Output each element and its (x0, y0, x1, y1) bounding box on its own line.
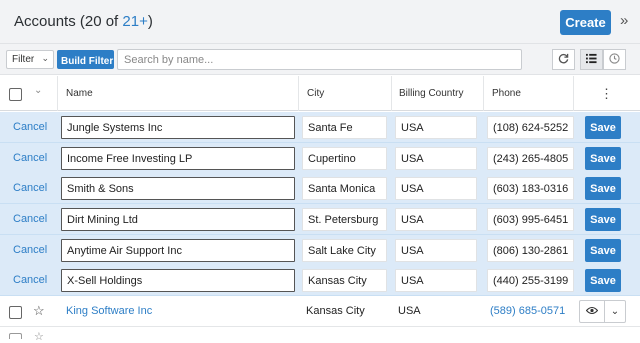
city-field[interactable] (302, 116, 387, 139)
eye-icon (585, 306, 599, 315)
view-button[interactable] (579, 300, 605, 323)
cancel-button[interactable]: Cancel (13, 213, 47, 225)
save-button[interactable]: Save (585, 269, 621, 292)
save-button[interactable]: Save (585, 208, 621, 231)
phone-field[interactable] (487, 239, 574, 262)
phone-field[interactable] (487, 147, 574, 170)
list-view-button[interactable] (580, 49, 603, 70)
city-field[interactable] (302, 147, 387, 170)
name-field[interactable] (61, 147, 295, 170)
total-count-link[interactable]: 21+ (122, 13, 147, 30)
kebab-icon[interactable]: ⋮ (600, 86, 613, 102)
city-field[interactable] (302, 269, 387, 292)
chevron-down-icon: ⌄ (41, 53, 49, 63)
account-name-link[interactable]: King Software Inc (66, 305, 152, 317)
table-header: ⌄ Name City Billing Country Phone ⋮ (0, 76, 640, 111)
row-actions-dropdown[interactable]: ⌄ (604, 300, 626, 323)
save-button[interactable]: Save (585, 147, 621, 170)
column-header-name[interactable]: Name (57, 76, 298, 111)
name-field[interactable] (61, 177, 295, 200)
phone-field[interactable] (487, 116, 574, 139)
filter-bar: Filter ⌄ Build Filter (0, 44, 640, 75)
title-suffix: ) (147, 13, 153, 30)
cancel-button[interactable]: Cancel (13, 274, 47, 286)
clock-icon (609, 53, 620, 64)
table-row-editing: Cancel Save (0, 204, 640, 235)
column-header-phone[interactable]: Phone (483, 76, 573, 111)
table-row-partial: ☆ (0, 327, 640, 343)
page-header: Accounts (20 of 21+) Create » (0, 0, 640, 44)
filter-dropdown-label: Filter (12, 54, 35, 65)
row-checkbox[interactable] (9, 306, 22, 319)
history-button[interactable] (603, 49, 626, 70)
table-row: ☆ King Software Inc Kansas City USA (589… (0, 296, 640, 327)
name-field[interactable] (61, 269, 295, 292)
collapse-panel-icon[interactable]: » (620, 12, 628, 29)
refresh-icon (558, 53, 569, 64)
column-header-label: Name (66, 88, 93, 99)
save-button[interactable]: Save (585, 177, 621, 200)
page-title: Accounts (20 of 21+) (14, 13, 153, 30)
column-header-billing-country[interactable]: Billing Country (391, 76, 483, 111)
name-field[interactable] (61, 116, 295, 139)
select-all-checkbox[interactable] (9, 88, 22, 101)
create-button[interactable]: Create (560, 10, 611, 35)
name-field[interactable] (61, 208, 295, 231)
country-field[interactable] (395, 208, 477, 231)
country-field[interactable] (395, 177, 477, 200)
country-field[interactable] (395, 239, 477, 262)
table-row-editing: Cancel Save (0, 112, 640, 143)
save-button[interactable]: Save (585, 116, 621, 139)
select-column-header: ⌄ (0, 76, 57, 111)
phone-field[interactable] (487, 177, 574, 200)
filter-dropdown[interactable]: Filter ⌄ (6, 50, 54, 69)
save-button[interactable]: Save (585, 239, 621, 262)
city-cell: Kansas City (306, 305, 365, 317)
cancel-button[interactable]: Cancel (13, 121, 47, 133)
row-checkbox[interactable] (9, 333, 22, 339)
table-row-editing: Cancel Save (0, 235, 640, 266)
city-field[interactable] (302, 208, 387, 231)
city-field[interactable] (302, 239, 387, 262)
chevron-down-icon: ⌄ (610, 306, 620, 317)
chevron-down-icon[interactable]: ⌄ (34, 85, 42, 96)
cancel-button[interactable]: Cancel (13, 182, 47, 194)
table-row-editing: Cancel Save (0, 265, 640, 296)
name-field[interactable] (61, 239, 295, 262)
table-row-editing: Cancel Save (0, 173, 640, 204)
column-header-label: Billing Country (399, 88, 464, 99)
cancel-button[interactable]: Cancel (13, 152, 47, 164)
search-input[interactable] (117, 49, 522, 70)
phone-field[interactable] (487, 208, 574, 231)
star-icon[interactable]: ☆ (33, 303, 45, 319)
country-field[interactable] (395, 147, 477, 170)
phone-link[interactable]: (589) 685-0571 (490, 305, 565, 317)
table-row-editing: Cancel Save (0, 143, 640, 174)
cancel-button[interactable]: Cancel (13, 244, 47, 256)
list-icon (586, 53, 597, 64)
title-prefix: Accounts (20 of (14, 13, 123, 30)
build-filter-button[interactable]: Build Filter (57, 50, 114, 69)
column-header-label: City (307, 88, 325, 99)
country-cell: USA (398, 305, 421, 317)
phone-field[interactable] (487, 269, 574, 292)
city-field[interactable] (302, 177, 387, 200)
column-header-label: Phone (492, 88, 521, 99)
star-icon[interactable]: ☆ (34, 330, 44, 343)
column-header-city[interactable]: City (298, 76, 391, 111)
country-field[interactable] (395, 116, 477, 139)
country-field[interactable] (395, 269, 477, 292)
refresh-button[interactable] (552, 49, 575, 70)
